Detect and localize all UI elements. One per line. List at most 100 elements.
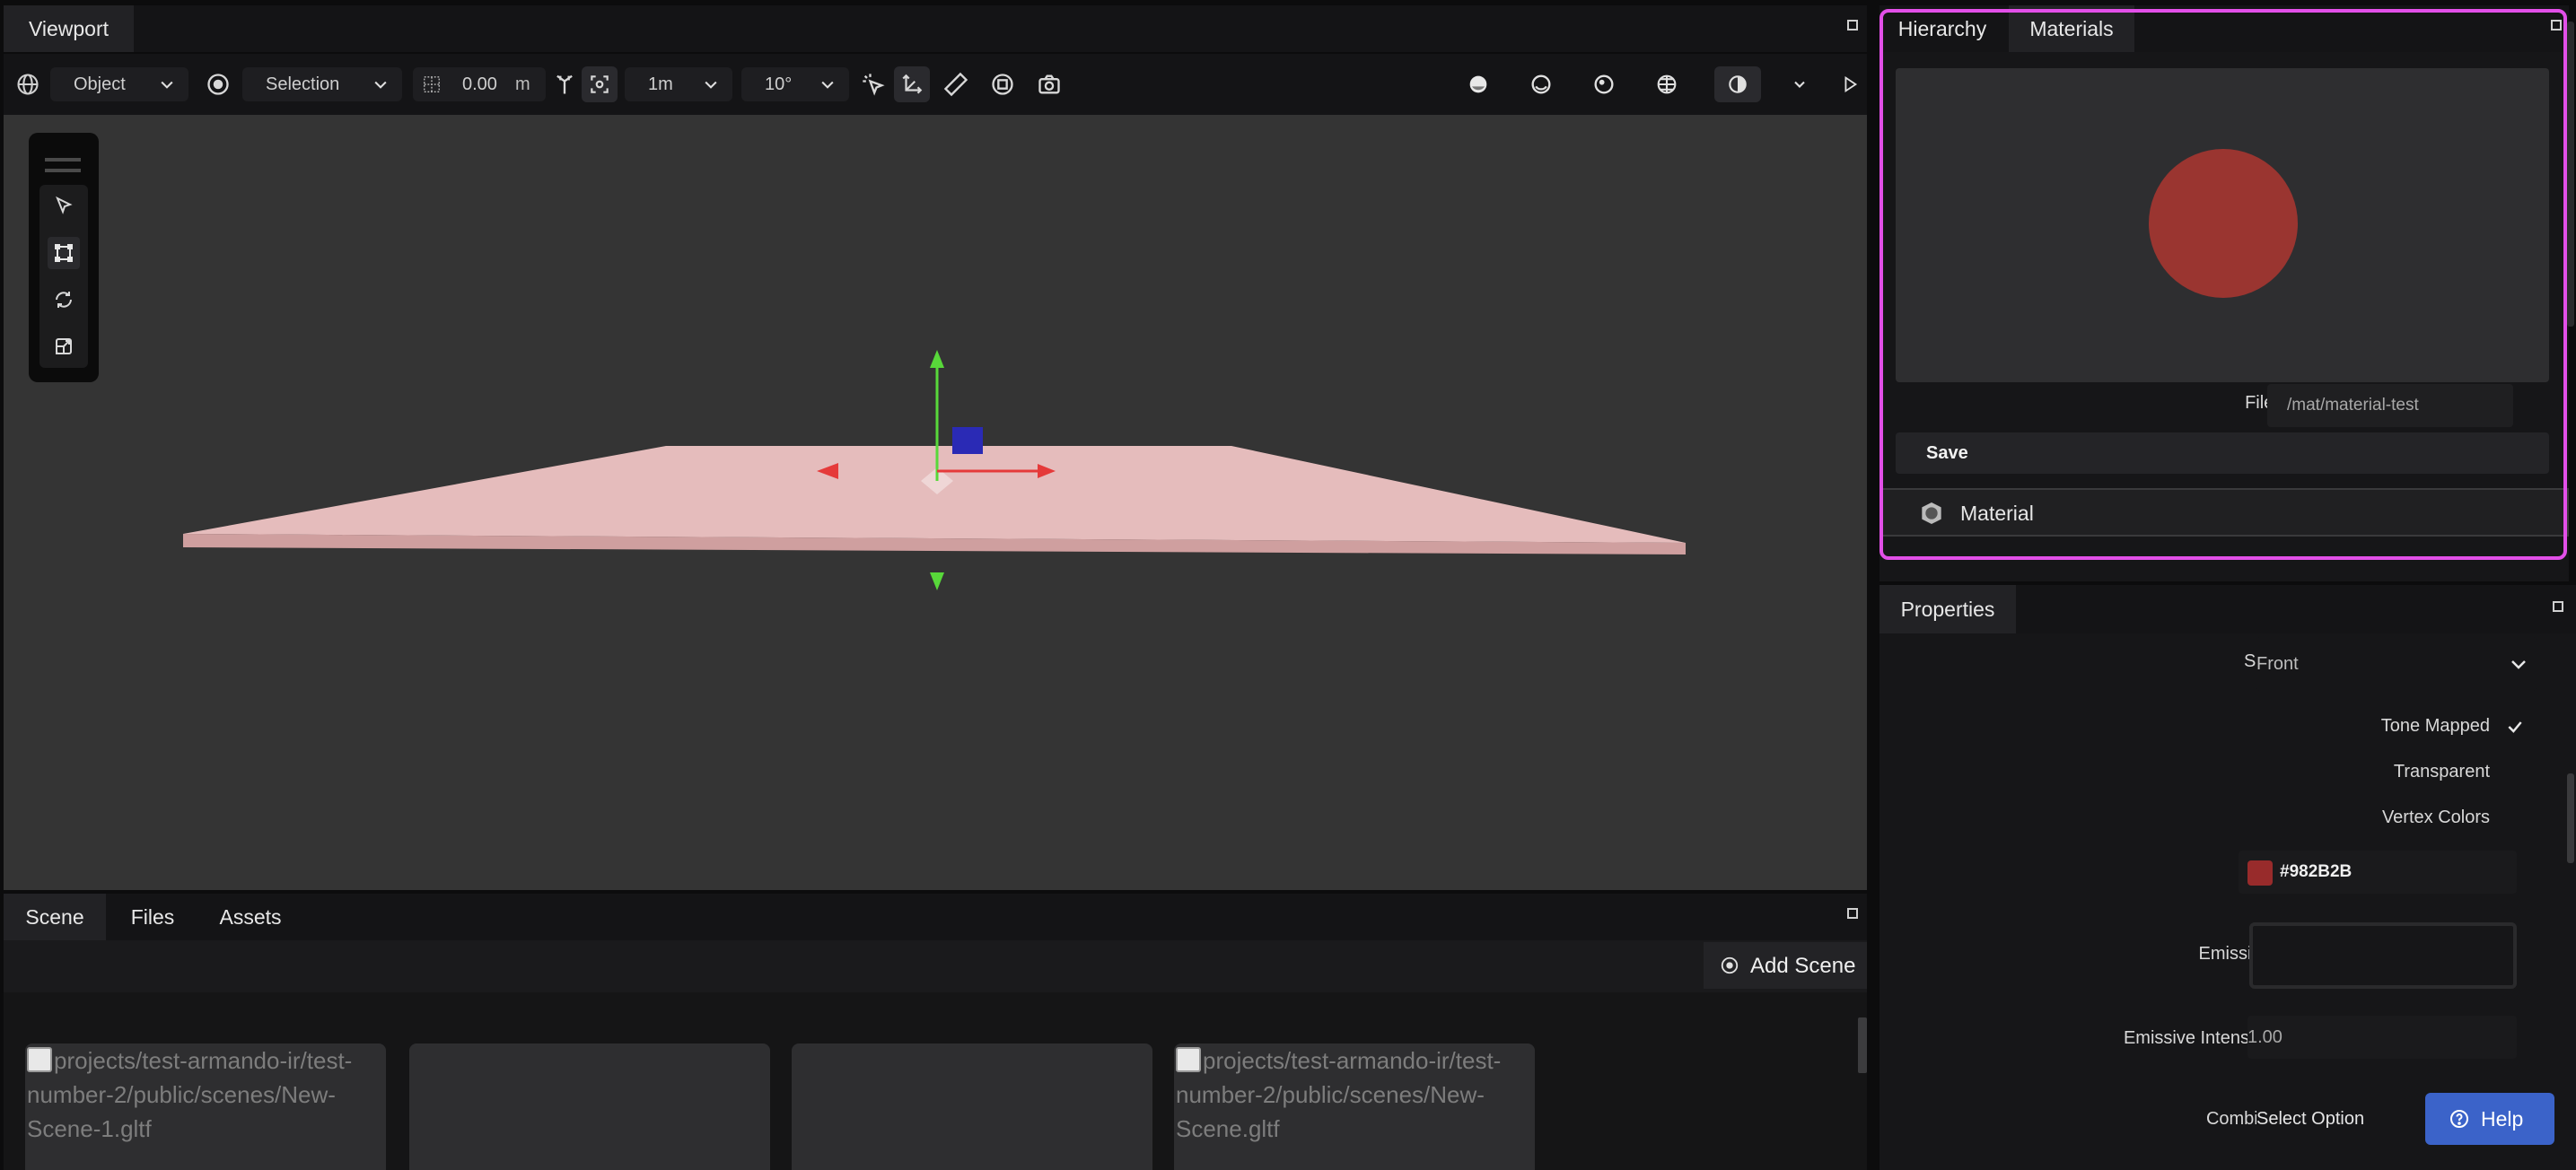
viewport-maximize-icon[interactable] xyxy=(1847,20,1858,31)
emissive-map-slot[interactable] xyxy=(2249,922,2517,989)
grid-size-unit: m xyxy=(515,74,530,94)
shading-outline-icon[interactable] xyxy=(1526,69,1556,100)
focus-object-icon[interactable] xyxy=(987,69,1018,100)
scene-grid-scrollbar[interactable] xyxy=(1858,1017,1867,1073)
snap-distance-select[interactable]: 1m xyxy=(625,67,732,101)
snap-angle-select[interactable]: 10° xyxy=(741,67,849,101)
tab-viewport[interactable]: Viewport xyxy=(4,5,134,52)
add-circle-icon xyxy=(1721,956,1739,974)
help-button[interactable]: Help xyxy=(2425,1093,2554,1145)
viewport-toolbar: Object Selection 0.00 m 1m 10° xyxy=(4,54,1867,115)
move-tool-icon[interactable] xyxy=(48,237,80,269)
ruler-icon[interactable] xyxy=(941,69,971,100)
plane-mesh xyxy=(183,446,1686,543)
material-list-label: Material xyxy=(1960,502,2034,525)
scene-card[interactable] xyxy=(409,1043,770,1170)
properties-panel: Properties Side Front Tone Mapped Transp… xyxy=(1879,585,2576,1170)
combine-value: Select Option xyxy=(2256,1109,2365,1129)
pointer-click-icon[interactable] xyxy=(858,69,889,100)
emissive-intensity-input[interactable]: 1.00 xyxy=(2247,1016,2517,1059)
camera-icon[interactable] xyxy=(1034,69,1065,100)
viewport-tabstrip: Viewport xyxy=(4,5,1867,52)
tone-mapped-checkbox[interactable] xyxy=(2506,718,2524,736)
file-path-value: /mat/material-test xyxy=(2287,396,2419,415)
snap-magnet-icon[interactable] xyxy=(549,69,580,100)
shading-solid-icon[interactable] xyxy=(1463,69,1494,100)
tab-assets[interactable]: Assets xyxy=(199,894,302,940)
material-preview-sphere xyxy=(2149,149,2298,298)
add-scene-label: Add Scene xyxy=(1750,954,1856,978)
snap-focus-icon xyxy=(591,75,609,93)
help-icon xyxy=(2450,1110,2468,1128)
save-button[interactable]: Save xyxy=(1896,432,2549,474)
viewport-canvas[interactable] xyxy=(4,115,1867,890)
transparent-label: Transparent xyxy=(2393,762,2490,781)
play-icon[interactable] xyxy=(1835,69,1865,100)
scene-card[interactable] xyxy=(792,1043,1152,1170)
scene-card[interactable]: projects/test-armando-ir/test-number-2/p… xyxy=(1174,1043,1535,1170)
file-path-field[interactable]: /mat/material-test xyxy=(2267,384,2513,427)
side-label: Side xyxy=(2059,651,2280,672)
globe-icon[interactable] xyxy=(13,69,43,100)
side-select[interactable]: Front xyxy=(2256,637,2537,691)
select-tool-icon[interactable] xyxy=(48,190,80,223)
materials-scrollbar[interactable] xyxy=(2567,22,2574,327)
shading-grid-globe-icon[interactable] xyxy=(1652,69,1682,100)
gizmo-z-handle xyxy=(952,427,983,454)
shading-wire-icon[interactable] xyxy=(1589,69,1619,100)
target-icon[interactable] xyxy=(203,69,233,100)
shading-contrast-button[interactable] xyxy=(1714,66,1761,102)
grid-size-field[interactable]: 0.00 m xyxy=(413,67,546,101)
materials-maximize-icon[interactable] xyxy=(2551,20,2562,31)
add-scene-button[interactable]: Add Scene xyxy=(1704,942,1867,989)
materials-tabstrip: Hierarchy Materials xyxy=(1879,5,2569,52)
scene-card[interactable]: projects/test-armando-ir/test-number-2/p… xyxy=(25,1043,386,1170)
emissive-intensity-label: Emissive Intensity xyxy=(2123,1028,2267,1048)
properties-tabstrip: Properties xyxy=(1879,585,2576,633)
scene-toolbar: Add Scene xyxy=(4,940,1867,992)
palette-drag-handle-icon[interactable] xyxy=(45,158,81,172)
transform-space-value: Object xyxy=(74,74,126,94)
tab-hierarchy[interactable]: Hierarchy xyxy=(1879,5,2005,52)
transform-space-select[interactable]: Object xyxy=(50,67,188,101)
rotate-tool-icon[interactable] xyxy=(48,284,80,316)
side-value: Front xyxy=(2256,654,2299,674)
chevron-down-icon xyxy=(821,81,834,89)
materials-panel: Hierarchy Materials File Path /mat/mater… xyxy=(1879,5,2569,581)
chevron-down-icon xyxy=(374,81,387,89)
selection-mode-select[interactable]: Selection xyxy=(242,67,402,101)
broken-image-icon xyxy=(27,1047,52,1072)
transparent-checkbox[interactable] xyxy=(2506,763,2524,781)
vertex-colors-checkbox[interactable] xyxy=(2506,808,2524,826)
broken-image-icon xyxy=(1176,1047,1201,1072)
tab-materials[interactable]: Materials xyxy=(2009,5,2134,52)
material-list-item[interactable]: Material xyxy=(1879,488,2569,537)
material-icon xyxy=(1922,502,1941,524)
chevron-down-icon[interactable] xyxy=(1784,69,1815,100)
snap-angle-value: 10° xyxy=(765,74,793,94)
snap-toggle-button[interactable] xyxy=(582,66,618,102)
properties-maximize-icon[interactable] xyxy=(2553,601,2563,612)
axis-icon xyxy=(902,74,923,94)
properties-scrollbar[interactable] xyxy=(2567,773,2574,863)
transform-pivot-button[interactable] xyxy=(894,66,930,102)
scale-tool-icon[interactable] xyxy=(48,330,80,362)
emissive-color-field[interactable]: #982B2B xyxy=(2239,851,2517,894)
tab-properties[interactable]: Properties xyxy=(1879,585,2016,633)
scene-card-alt-text: projects/test-armando-ir/test-number-2/p… xyxy=(1176,1047,1502,1142)
grid-icon xyxy=(424,76,440,92)
material-preview xyxy=(1896,68,2549,382)
vertex-colors-label: Vertex Colors xyxy=(2381,808,2490,827)
help-label: Help xyxy=(2481,1107,2524,1131)
chevron-down-icon xyxy=(705,81,717,89)
tab-scene[interactable]: Scene xyxy=(4,894,106,940)
chevron-down-icon xyxy=(161,81,173,89)
grid-size-value: 0.00 xyxy=(462,74,497,94)
bottom-panel-maximize-icon[interactable] xyxy=(1847,908,1858,919)
scene-render xyxy=(183,350,1686,590)
scene-card-alt-text: projects/test-armando-ir/test-number-2/p… xyxy=(27,1047,353,1142)
emissive-intensity-value: 1.00 xyxy=(2247,1027,2282,1047)
emissive-color-value: #982B2B xyxy=(2280,862,2353,881)
save-label: Save xyxy=(1926,443,1968,463)
tab-files[interactable]: Files xyxy=(110,894,196,940)
